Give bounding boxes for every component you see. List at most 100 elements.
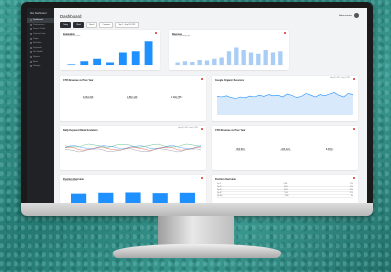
bar [248,52,254,65]
bar [179,192,195,203]
bar [106,62,114,65]
card-menu-icon[interactable] [201,128,203,130]
bar [118,52,127,65]
bar [93,58,102,65]
revenue-card: Revenue Sessions by landing page [169,30,289,70]
kpi-row: 452,816 Current Period 226,321 Previous per… [218,148,352,152]
sidebar-item-label: Reports [33,56,41,59]
keyword-rank-chart [64,143,202,153]
filter-chip[interactable]: Week [73,22,85,28]
table-row: Top 100 9,330 9% [217,195,353,198]
table-cell: 4,201 [283,187,288,189]
card-subtitle: Keyword distribution [63,180,78,182]
gear-icon [30,65,32,68]
indexation-card: Indexation Indexed pages by status [60,30,160,70]
position-table: Top 3 2,345 12% Top 10 4,201 21% Top 20 5,812 18… [217,184,353,198]
page-title: Dashboard [60,14,82,19]
table-cell: Top 20 [217,189,222,191]
monitor-stand-neck [158,216,234,246]
link-icon [30,42,32,45]
kpi-label: Current Period [83,99,93,100]
bar [71,193,87,203]
table-cell: 9,330 [284,195,289,197]
chart-icon [30,23,32,26]
kpi: 2,084,346 Current Period [83,96,94,100]
card-menu-icon[interactable] [201,78,203,80]
card-menu-icon[interactable] [353,78,355,80]
bar [212,58,217,65]
card-menu-icon[interactable] [353,128,355,130]
avatar[interactable] [354,13,359,18]
revenue-chart [174,47,284,66]
bell-icon [30,60,32,63]
card-title: Position Overview [215,177,236,181]
bar [152,193,168,203]
table-cell: 7,104 [283,192,288,194]
table-cell: 9% [350,195,353,197]
kpi: 226,321 Previous period [280,148,290,152]
series-line [64,143,202,148]
filter-chip[interactable]: Sep 1 - Sep 30, 2021 [115,22,139,28]
sidebar-item[interactable]: Settings [27,64,54,69]
filter-chip[interactable]: Month [86,22,98,28]
table-cell: 5,812 [283,189,288,191]
table-cell: Top 50 [217,192,222,194]
table-cell: 21% [349,187,353,189]
card-title: CTR Revenue vs Prev Year [63,78,94,82]
organic-sessions-chart [216,92,354,115]
bar [197,60,202,65]
bar [67,64,76,65]
sidebar-item-label: Backlinks [33,42,42,45]
ctr-card-2: CTR Revenue vs Prev Year 452,816 Current … [212,126,358,170]
bar [256,53,261,65]
ctr-card: CTR Revenue vs Prev Year 2,084,346 Curren… [60,76,206,121]
search-icon [30,28,32,31]
sidebar-item-label: Settings [33,65,41,68]
card-menu-icon[interactable] [155,32,157,34]
bar [270,52,276,65]
position-chart [65,192,201,204]
page-icon [30,37,32,40]
table-cell: 18% [349,189,353,191]
monitor-stand-base [113,244,281,258]
sidebar-item-label: Performance [33,23,45,26]
table-cell: 12% [349,184,353,186]
sidebar-item-label: Alerts [33,60,39,63]
key-icon [30,46,32,49]
bar [182,61,188,65]
grid-icon [30,19,32,22]
user-name: Administrator [339,14,352,17]
bar [98,192,114,203]
card-menu-icon[interactable] [353,177,355,179]
bar [278,51,283,65]
bar [241,50,246,65]
kpi-label: Change [174,99,180,100]
table-cell: Top 100 [217,195,223,197]
screen: Site Dashboard Dashboard Performance Searc… [27,8,367,206]
report-icon [30,56,32,59]
card-menu-icon[interactable] [284,32,286,34]
card-title: CTR Revenue vs Prev Year [215,128,246,132]
bar [263,50,268,65]
organic-sessions-card: Google Organic Sessions Aug 29, 2021 - S… [212,76,358,121]
user-menu[interactable]: Administrator [339,13,359,18]
card-menu-icon[interactable] [201,177,203,179]
bar [80,61,89,65]
brand-name: Site Dashboard [30,12,47,15]
card-subtitle: Indexed pages by status [63,35,81,37]
sidebar: Site Dashboard Dashboard Performance Searc… [27,8,54,206]
card-title: Google Organic Sessions [215,78,245,82]
kpi-label: Change [327,151,333,152]
kpi-label: Current Period [235,151,246,152]
bar [175,62,180,65]
bar [226,51,232,65]
trend-up-icon: ↑ [181,96,184,99]
sidebar-item-label: Pages [33,37,39,40]
date-range: Aug 29, 2021 - Sep 4, 2021 [330,78,351,80]
sidebar-item-label: Keywords [33,46,42,49]
filter-chip[interactable]: Today [60,22,72,28]
bar [234,47,239,65]
monitor-chin [21,203,373,216]
sidebar-item-label: Dashboard [33,19,43,22]
filter-chip[interactable]: Compare [99,22,114,28]
